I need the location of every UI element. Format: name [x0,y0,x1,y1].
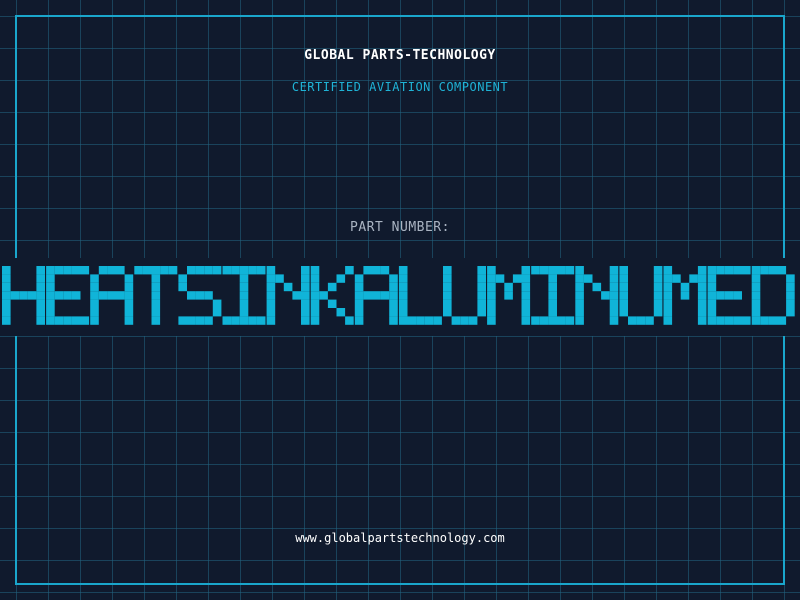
company-name: GLOBAL PARTS-TECHNOLOGY [304,48,496,63]
certification-subtitle: CERTIFIED AVIATION COMPONENT [291,80,509,94]
part-number-glyph-u [619,266,663,325]
part-number-glyph-m [487,266,531,325]
part-number-value: HEATSINKALUMINUMED [2,266,795,325]
part-number-glyph-a [90,266,134,325]
part-number-glyph-k [310,266,354,325]
part-number-glyph-n [575,266,619,325]
website-url: www.globalpartstechnology.com [295,531,505,545]
part-number-glyph-l [398,266,442,325]
part-number-glyph-e [707,266,751,325]
part-number-glyph-m [663,266,707,325]
part-number-glyph-t [134,266,178,325]
part-number-glyph-i [531,266,575,325]
part-number-glyph-d [751,266,795,325]
part-number-glyph-u [443,266,486,325]
part-number-glyph-e [46,266,90,325]
part-number-glyph-a [354,266,398,325]
part-number-glyph-h [2,266,45,325]
certificate-page: GLOBAL PARTS-TECHNOLOGY CERTIFIED AVIATI… [0,0,800,600]
part-number-glyph-i [222,266,266,325]
part-number-glyph-s [178,266,222,325]
part-number-label: PART NUMBER: [350,220,450,235]
part-number-glyph-n [266,266,310,325]
